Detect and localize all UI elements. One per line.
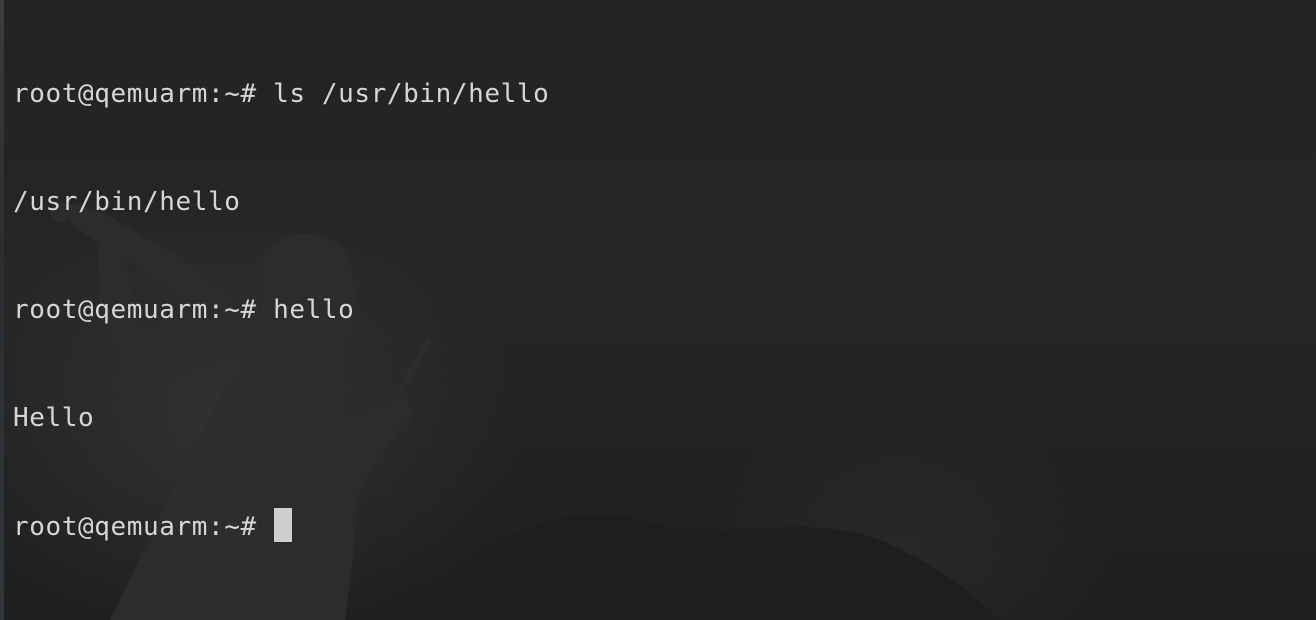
shell-prompt: root@qemuarm:~# xyxy=(13,295,274,325)
terminal-output[interactable]: root@qemuarm:~# ls /usr/bin/hello /usr/b… xyxy=(13,4,549,616)
terminal-line: Hello xyxy=(13,400,549,436)
window-edge xyxy=(0,0,4,620)
shell-prompt: root@qemuarm:~# xyxy=(13,512,274,542)
shell-prompt: root@qemuarm:~# xyxy=(13,79,274,109)
terminal-line: root@qemuarm:~# hello xyxy=(13,292,549,328)
terminal-line: root@qemuarm:~# ls /usr/bin/hello xyxy=(13,76,549,112)
command-text: ls /usr/bin/hello xyxy=(273,79,550,109)
terminal-line: /usr/bin/hello xyxy=(13,184,549,220)
terminal-line: root@qemuarm:~# xyxy=(13,508,549,544)
command-output: /usr/bin/hello xyxy=(13,187,241,217)
terminal-window[interactable]: root@qemuarm:~# ls /usr/bin/hello /usr/b… xyxy=(0,0,1316,620)
command-text: hello xyxy=(273,295,355,325)
text-cursor xyxy=(274,508,293,542)
command-output: Hello xyxy=(13,403,95,433)
